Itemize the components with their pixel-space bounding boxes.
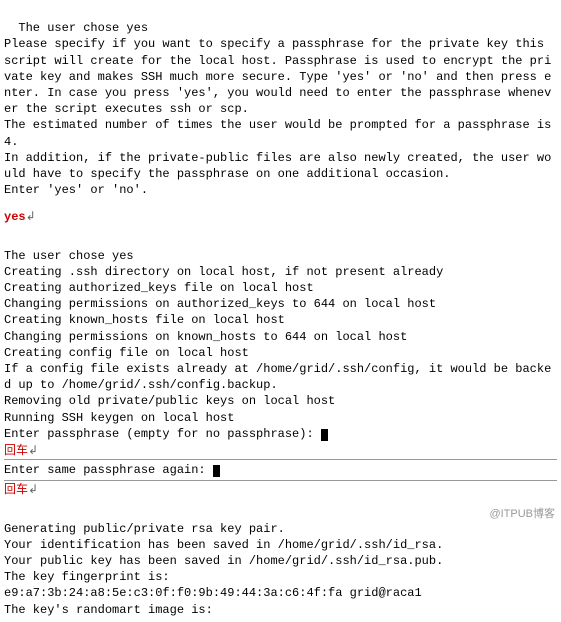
newline-icon: ↲ [28, 443, 38, 457]
text-line: Changing permissions on authorized_keys … [4, 297, 436, 311]
cursor-icon [213, 465, 220, 477]
text-line: Generating public/private rsa key pair. [4, 522, 285, 536]
terminal-output-1: The user chose yes Please specify if you… [4, 4, 557, 198]
watermark: @ITPUB博客 [489, 507, 555, 522]
text-line: Enter 'yes' or 'no'. [4, 183, 148, 197]
passphrase-confirm-line: Enter same passphrase again: [4, 459, 557, 481]
user-input-line: yes↲ [4, 208, 557, 225]
text-line: Your public key has been saved in /home/… [4, 554, 443, 568]
terminal-output-2: The user chose yes Creating .ssh directo… [4, 231, 557, 441]
text-line: The user chose yes [4, 249, 134, 263]
annotation-enter-1: 回车↲ [4, 442, 557, 459]
text-line: Creating known_hosts file on local host [4, 313, 285, 327]
text-line: Creating authorized_keys file on local h… [4, 281, 314, 295]
text-line: Your identification has been saved in /h… [4, 538, 443, 552]
cursor-icon [321, 429, 328, 441]
text-line: The estimated number of times the user w… [4, 118, 559, 148]
text-line: Creating config file on local host [4, 346, 249, 360]
passphrase-prompt-2: Enter same passphrase again: [4, 463, 213, 477]
text-line: Removing old private/public keys on loca… [4, 394, 335, 408]
annotation-enter-2: 回车↲ [4, 481, 557, 498]
text-line: e9:a7:3b:24:a8:5e:c3:0f:f0:9b:49:44:3a:c… [4, 586, 422, 600]
text-line: Running SSH keygen on local host [4, 411, 234, 425]
text-line: Please specify if you want to specify a … [4, 37, 551, 116]
newline-icon: ↲ [26, 209, 36, 223]
text-line: The user chose yes [18, 21, 148, 35]
terminal-output-3: Generating public/private rsa key pair. … [4, 504, 557, 617]
user-typed-yes: yes [4, 210, 26, 224]
passphrase-prompt-1: Enter passphrase (empty for no passphras… [4, 427, 321, 441]
newline-icon: ↲ [28, 482, 38, 496]
text-line: Creating .ssh directory on local host, i… [4, 265, 443, 279]
text-line: In addition, if the private-public files… [4, 151, 551, 181]
text-line: The key fingerprint is: [4, 570, 170, 584]
text-line: Changing permissions on known_hosts to 6… [4, 330, 407, 344]
text-line: The key's randomart image is: [4, 603, 213, 617]
text-line: If a config file exists already at /home… [4, 362, 551, 392]
